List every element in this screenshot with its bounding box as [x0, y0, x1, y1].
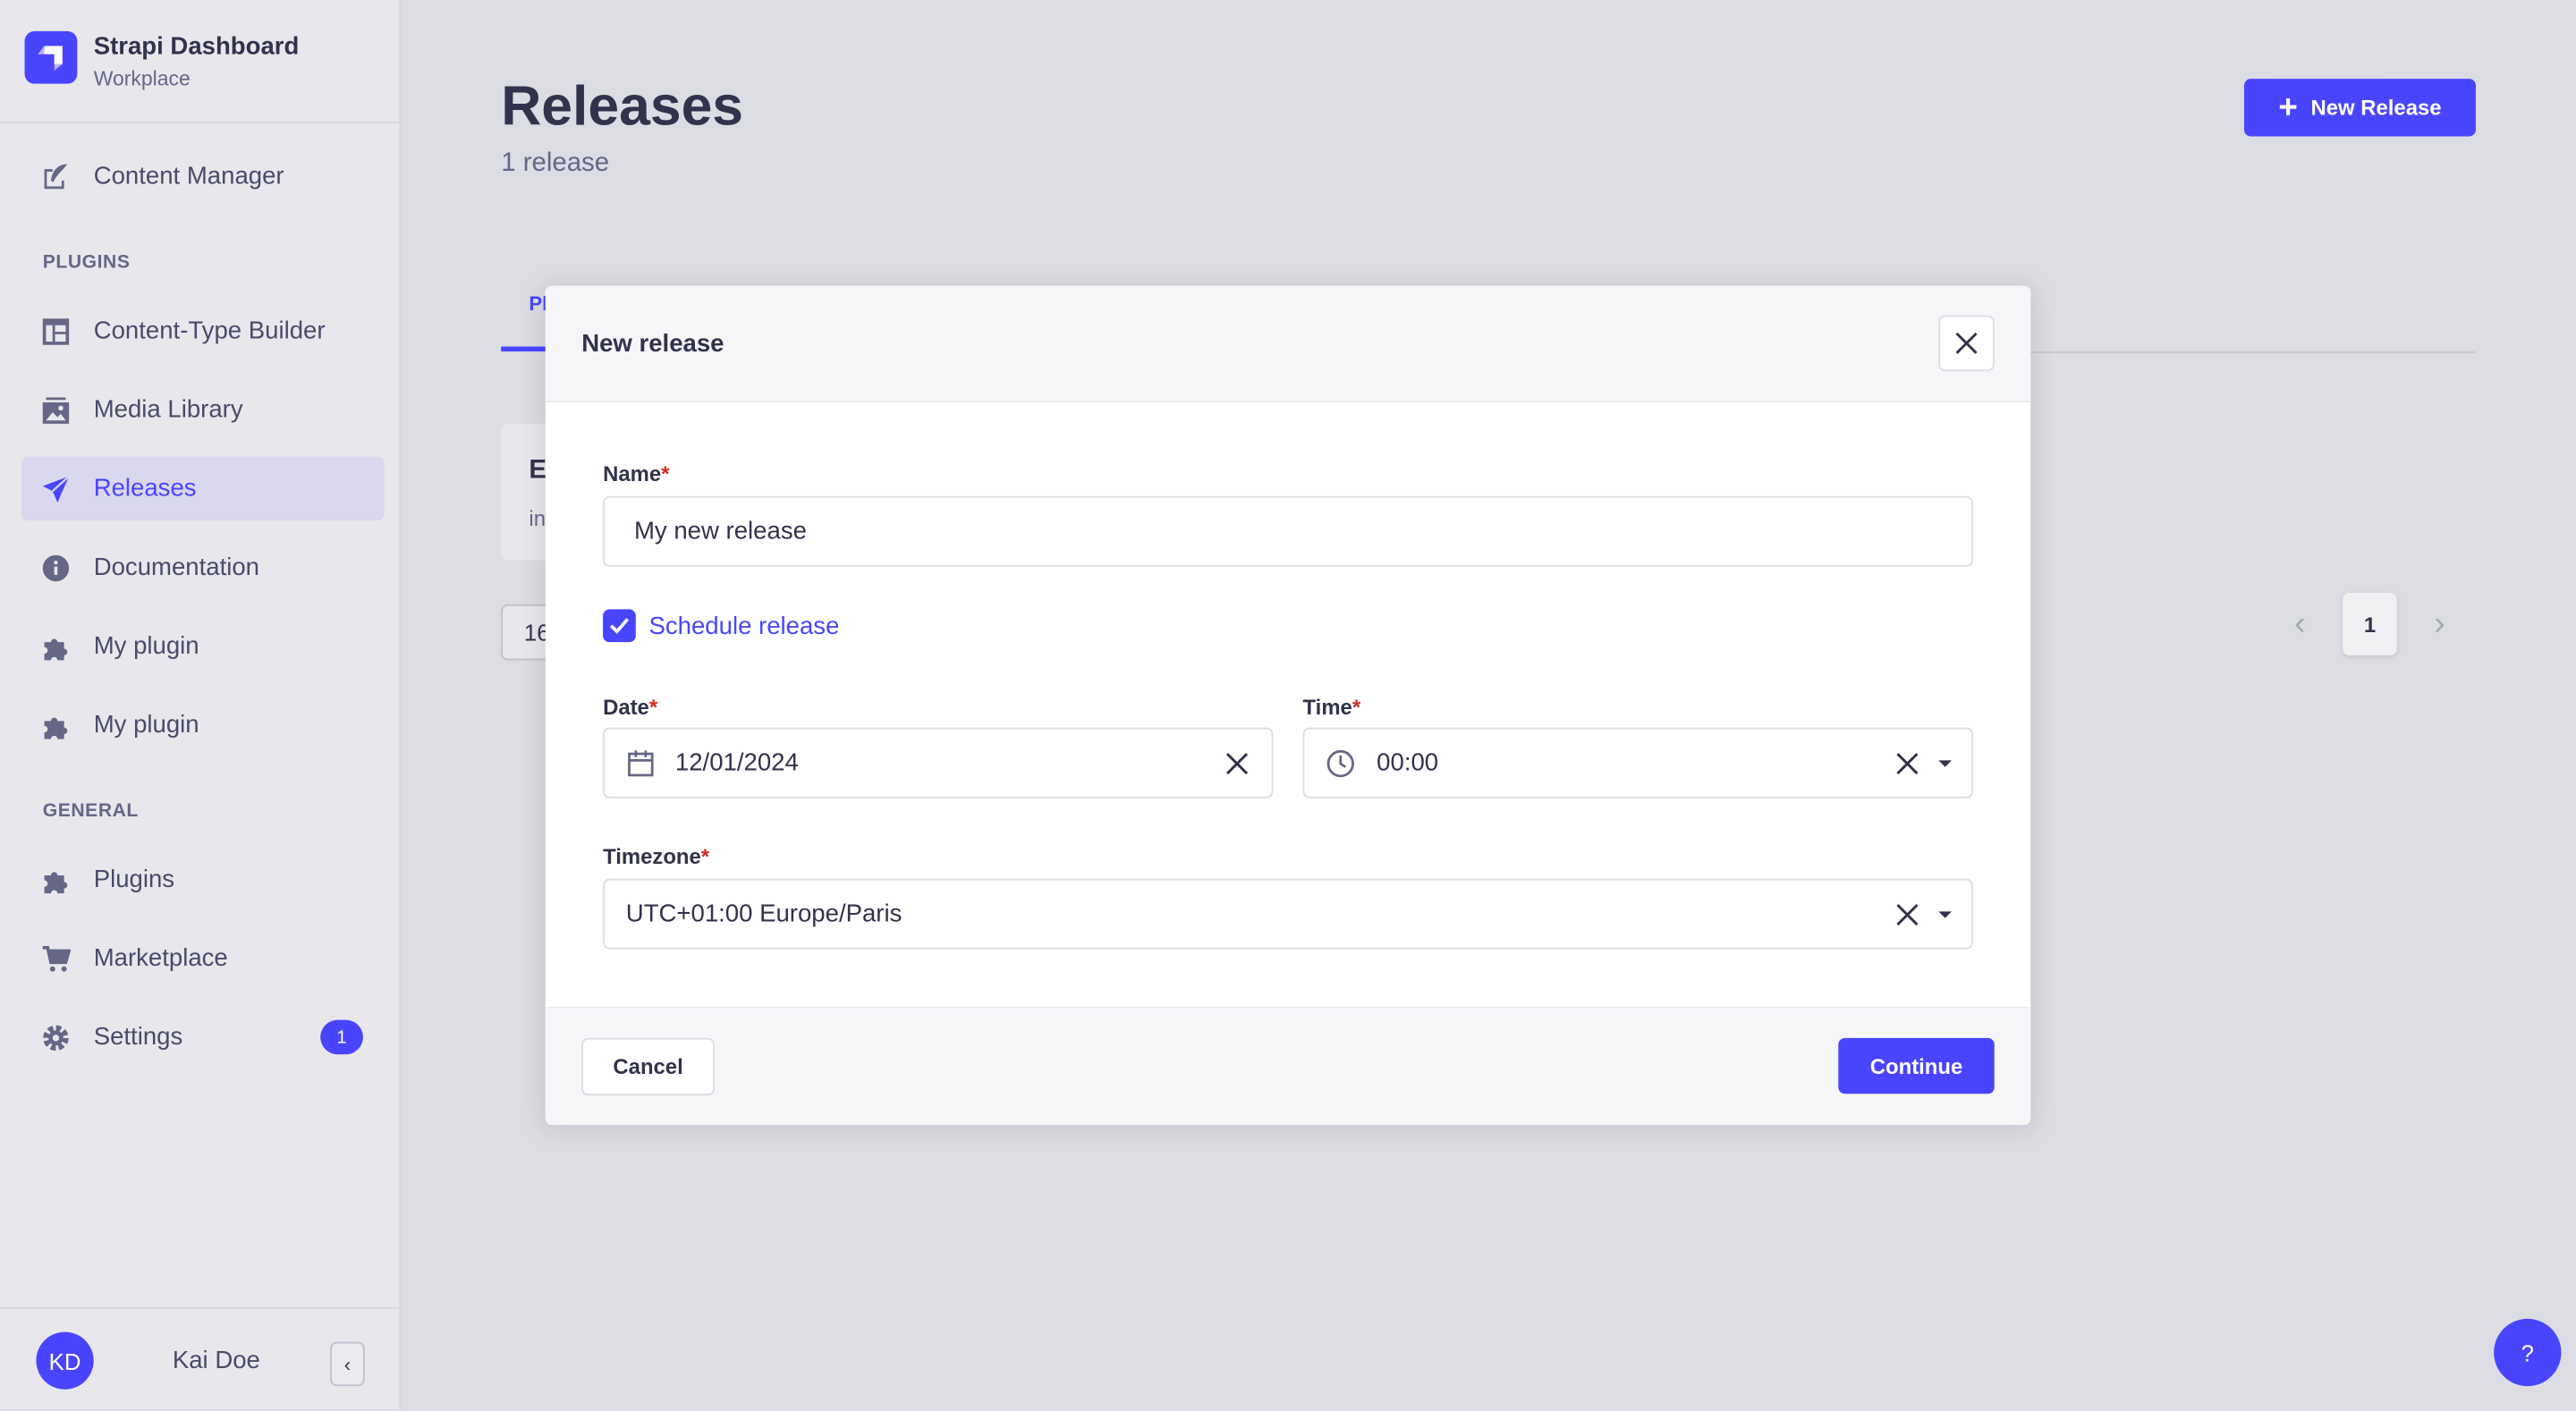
close-button[interactable]	[1938, 315, 1995, 372]
tab-divider	[2030, 351, 2476, 353]
new-release-dialog: New release	[545, 285, 2031, 1124]
time-value: 00:00	[1377, 748, 1439, 777]
user-name[interactable]: Kai Doe	[173, 1347, 260, 1374]
new-release-button[interactable]: + New Release	[2243, 79, 2476, 137]
name-input[interactable]: My new release	[603, 495, 1973, 567]
sidebar-item-label: My plugin	[93, 632, 199, 661]
sidebar-item-label: Content-Type Builder	[93, 317, 326, 345]
dialog-header: New release	[545, 285, 2031, 402]
timezone-value: UTC+01:00 Europe/Paris	[625, 900, 902, 928]
next-page-button[interactable]: ›	[2423, 593, 2456, 655]
calendar-icon	[628, 750, 654, 777]
timezone-select[interactable]: UTC+01:00 Europe/Paris	[603, 878, 1973, 950]
sidebar-item-releases[interactable]: Releases	[21, 456, 385, 521]
sidebar-item-label: Releases	[93, 474, 197, 503]
chevron-left-icon: ‹	[343, 1352, 352, 1376]
cart-icon	[41, 943, 71, 973]
page-1-button[interactable]: 1	[2343, 593, 2397, 655]
date-picker[interactable]: 12/01/2024	[603, 727, 1274, 798]
collapse-sidebar-button[interactable]: ‹	[330, 1341, 365, 1387]
sidebar-item-label: Documentation	[93, 553, 260, 582]
caret-down-icon[interactable]	[1937, 759, 1953, 769]
clock-icon	[1326, 749, 1354, 778]
sidebar-item-label: Media Library	[93, 395, 243, 424]
paper-plane-icon	[41, 474, 71, 503]
clear-timezone-icon[interactable]	[1896, 903, 1919, 926]
help-button[interactable]: ?	[2494, 1318, 2562, 1387]
time-label: Time*	[1302, 694, 1361, 720]
layout-icon	[41, 317, 71, 346]
dialog-title: New release	[581, 330, 724, 359]
avatar[interactable]: KD	[36, 1331, 94, 1390]
page-subtitle: 1 release	[501, 149, 610, 178]
close-icon	[1955, 332, 1978, 354]
brand-title: Strapi Dashboard	[93, 32, 300, 61]
sidebar-item-label: Settings	[93, 1023, 183, 1052]
plus-icon: +	[2278, 89, 2298, 126]
chevron-left-icon: ‹	[2294, 604, 2306, 642]
schedule-release-checkbox[interactable]	[603, 609, 636, 643]
brand-subtitle: Workplace	[93, 67, 191, 91]
sidebar-item-label: My plugin	[93, 711, 199, 739]
brand: Strapi Dashboard Workplace	[0, 0, 400, 123]
user-footer: KD Kai Doe ‹	[0, 1307, 400, 1411]
general-heading: GENERAL	[42, 801, 139, 822]
puzzle-icon	[41, 865, 71, 894]
timezone-label: Timezone*	[603, 844, 710, 869]
sidebar-item-label: Plugins	[93, 865, 175, 894]
previous-page-button[interactable]: ‹	[2284, 593, 2317, 655]
clear-time-icon[interactable]	[1896, 752, 1919, 775]
sidebar-item-my-plugin[interactable]: My plugin	[21, 614, 385, 679]
plugins-heading: PLUGINS	[42, 252, 131, 273]
sidebar-item-content-type-builder[interactable]: Content-Type Builder	[21, 299, 385, 363]
cancel-button[interactable]: Cancel	[581, 1037, 715, 1096]
strapi-logo-icon	[24, 30, 78, 84]
page-title: Releases	[501, 75, 744, 139]
sidebar: Strapi Dashboard Workplace Content Manag…	[0, 0, 402, 1411]
release-card-text: in	[529, 505, 547, 531]
sidebar-item-label: Marketplace	[93, 944, 228, 973]
feather-icon	[41, 162, 71, 191]
chevron-right-icon: ›	[2434, 604, 2445, 642]
sidebar-item-content-manager[interactable]: Content Manager	[21, 145, 385, 209]
continue-button[interactable]: Continue	[1838, 1037, 1995, 1094]
sidebar-item-label: Content Manager	[93, 162, 284, 191]
active-tab-indicator	[501, 346, 551, 352]
checkmark-icon	[609, 618, 630, 634]
clear-date-icon[interactable]	[1225, 752, 1249, 775]
name-label: Name*	[603, 461, 670, 486]
sidebar-item-marketplace[interactable]: Marketplace	[21, 926, 385, 991]
release-card-title: E	[529, 456, 547, 485]
name-input-value: My new release	[633, 517, 807, 545]
dialog-footer: Cancel Continue	[545, 1006, 2031, 1126]
schedule-release-label[interactable]: Schedule release	[649, 613, 840, 640]
date-value: 12/01/2024	[674, 748, 799, 777]
sidebar-item-my-plugin[interactable]: My plugin	[21, 693, 385, 757]
puzzle-icon	[41, 631, 71, 661]
sidebar-item-documentation[interactable]: Documentation	[21, 536, 385, 600]
sidebar-item-media-library[interactable]: Media Library	[21, 377, 385, 442]
puzzle-icon	[41, 710, 71, 739]
gear-icon	[41, 1022, 71, 1052]
date-label: Date*	[603, 694, 658, 720]
notification-badge: 1	[320, 1019, 363, 1055]
new-release-label: New Release	[2310, 95, 2442, 121]
image-icon	[41, 395, 71, 425]
sidebar-item-plugins[interactable]: Plugins	[21, 848, 385, 912]
caret-down-icon[interactable]	[1937, 910, 1953, 920]
sidebar-item-settings[interactable]: Settings 1	[21, 1005, 385, 1069]
time-picker[interactable]: 00:00	[1302, 727, 1973, 798]
info-icon	[41, 553, 71, 582]
